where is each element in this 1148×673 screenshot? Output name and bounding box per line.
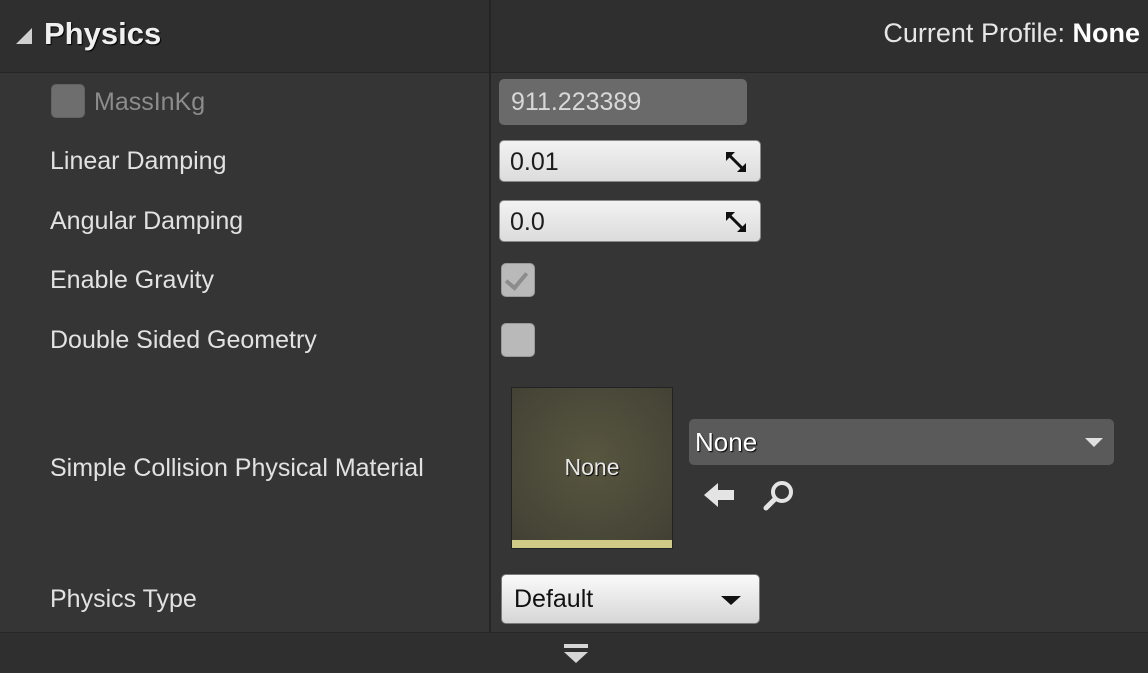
resize-arrows-icon[interactable] — [726, 212, 746, 232]
physics-section-header[interactable]: Physics Current Profile: None — [0, 0, 1148, 73]
enable-gravity-label: Enable Gravity — [50, 266, 214, 294]
profile-label: Current Profile: — [883, 18, 1065, 48]
thumbnail-label: None — [564, 454, 620, 480]
linear-damping-label: Linear Damping — [50, 147, 227, 175]
physics-type-dropdown[interactable]: Default — [501, 574, 760, 624]
mass-field[interactable]: 911.223389 — [499, 79, 747, 125]
double-sided-checkbox[interactable] — [501, 323, 535, 357]
advanced-expander[interactable] — [0, 632, 1148, 673]
enable-gravity-checkbox[interactable] — [501, 263, 535, 297]
mass-label: MassInKg — [94, 88, 206, 116]
asset-thumbnail[interactable]: None — [511, 387, 673, 549]
checkmark-icon — [504, 266, 529, 291]
chevron-down-icon — [1085, 438, 1103, 447]
physics-type-selected: Default — [514, 585, 594, 613]
column-divider[interactable] — [489, 0, 491, 632]
linear-damping-value: 0.01 — [510, 148, 559, 176]
double-chevron-down-icon[interactable] — [563, 643, 589, 665]
phys-material-combo[interactable]: None — [689, 419, 1114, 465]
angular-damping-value: 0.0 — [510, 208, 545, 236]
angular-damping-input[interactable]: 0.0 — [499, 200, 761, 242]
arrow-left-icon[interactable] — [702, 478, 736, 512]
phys-material-selected: None — [695, 427, 758, 457]
physics-type-label: Physics Type — [50, 585, 197, 613]
profile-value: None — [1072, 18, 1141, 48]
section-title: Physics — [44, 16, 162, 51]
mass-override-checkbox[interactable] — [51, 84, 85, 118]
linear-damping-input[interactable]: 0.01 — [499, 140, 761, 182]
phys-material-label: Simple Collision Physical Material — [50, 454, 424, 482]
angular-damping-label: Angular Damping — [50, 207, 244, 235]
asset-type-bar — [512, 540, 672, 548]
collapse-triangle-icon[interactable] — [16, 28, 32, 44]
search-icon[interactable] — [762, 478, 796, 512]
resize-arrows-icon[interactable] — [726, 152, 746, 172]
double-sided-label: Double Sided Geometry — [50, 326, 317, 354]
current-profile: Current Profile: None — [883, 18, 1140, 49]
chevron-down-icon — [721, 596, 741, 605]
